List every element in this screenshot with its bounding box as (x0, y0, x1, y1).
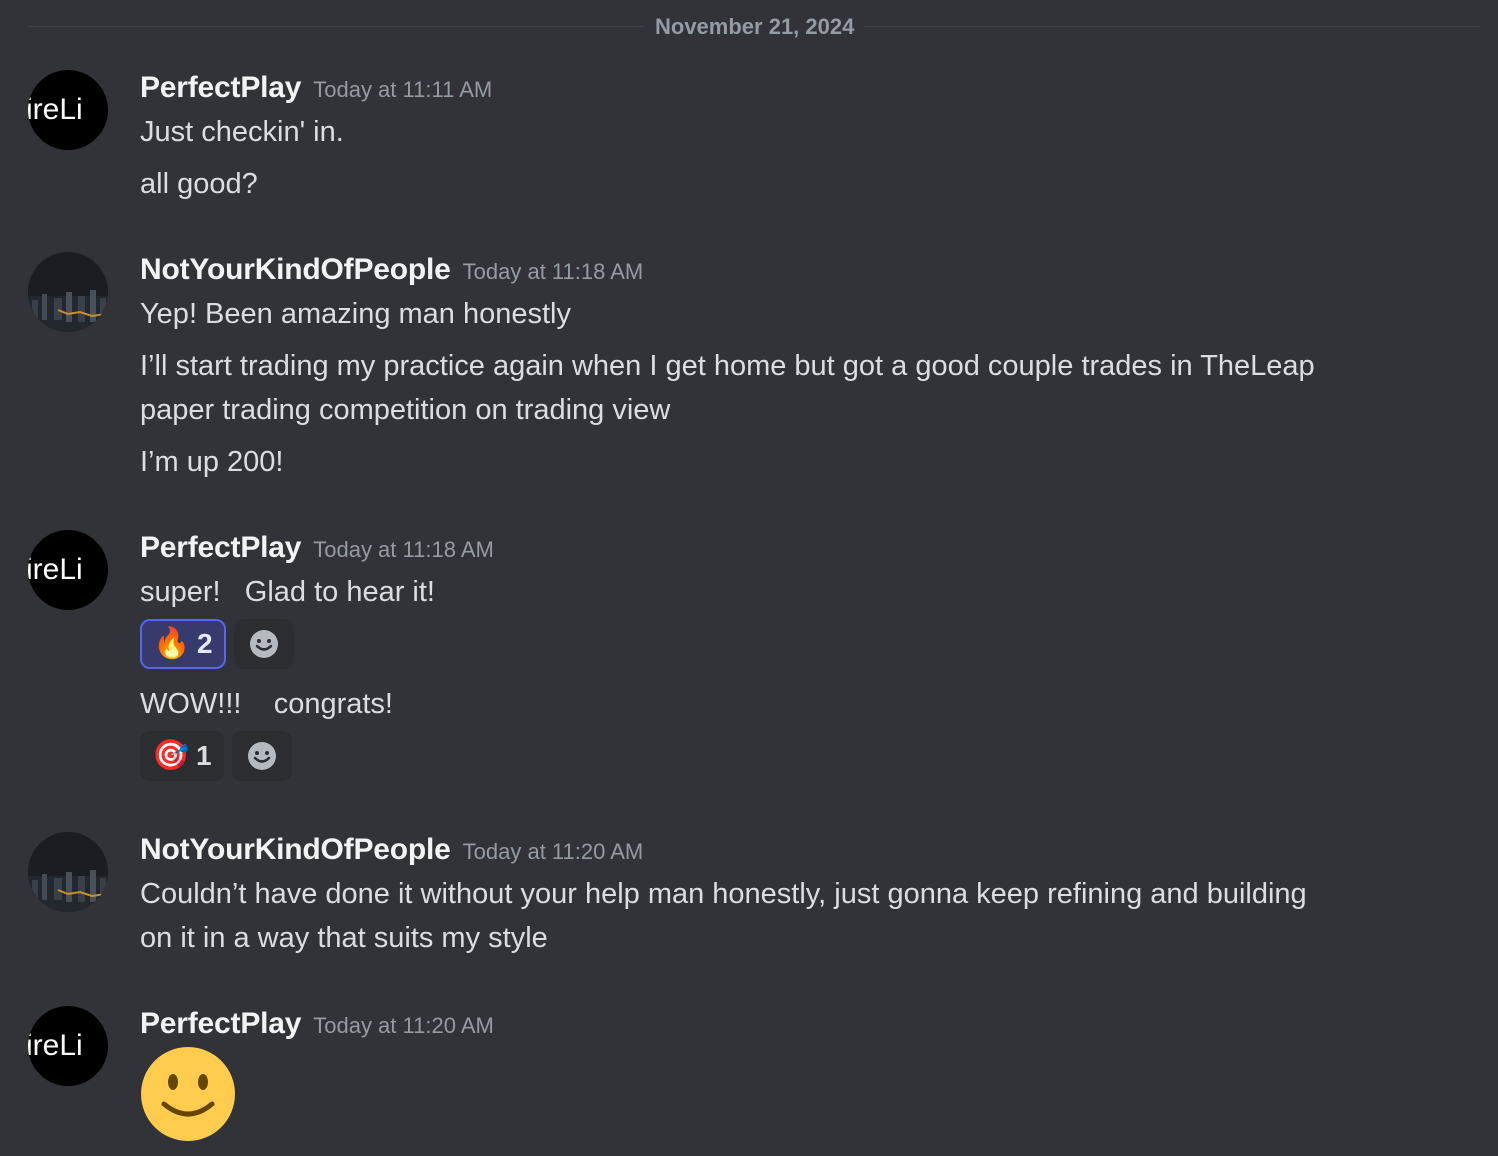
timestamp[interactable]: Today at 11:20 AM (313, 1013, 494, 1038)
message-header: PerfectPlay Today at 11:18 AM (140, 530, 494, 568)
message-text: Yep! Been amazing man honestly (140, 298, 571, 330)
message-text: I’ll start trading my practice again whe… (140, 350, 1315, 382)
username[interactable]: NotYourKindOfPeople (140, 833, 451, 866)
message-text: super! Glad to hear it! (140, 576, 435, 608)
svg-text:ireLi: ireLi (28, 93, 83, 126)
timestamp[interactable]: Today at 11:18 AM (463, 259, 644, 284)
message-header: PerfectPlay Today at 11:11 AM (140, 70, 492, 108)
message-text: Just checkin' in. (140, 116, 344, 148)
message-header: NotYourKindOfPeople Today at 11:18 AM (140, 252, 643, 290)
svg-text:ireLi: ireLi (28, 1029, 83, 1062)
message-text: on it in a way that suits my style (140, 922, 548, 954)
username[interactable]: PerfectPlay (140, 71, 301, 104)
timestamp[interactable]: Today at 11:20 AM (463, 839, 644, 864)
add-reaction-icon (247, 742, 276, 770)
username[interactable]: PerfectPlay (140, 531, 301, 564)
avatar[interactable] (28, 832, 108, 912)
avatar-text-light: ireLi (28, 1029, 83, 1062)
add-reaction-button[interactable] (233, 619, 294, 669)
chat-view: November 21, 2024 ireLi PerfectPlay Today… (0, 0, 1498, 1156)
username[interactable]: PerfectPlay (140, 1007, 301, 1040)
avatar[interactable] (28, 252, 108, 332)
avatar-text-light: ireLi (28, 93, 83, 126)
reactions-row: 🎯 1 (140, 731, 292, 781)
username[interactable]: NotYourKindOfPeople (140, 253, 451, 286)
reaction-target[interactable]: 🎯 1 (140, 731, 224, 781)
avatar[interactable]: ireLi (28, 70, 108, 150)
avatar[interactable]: ireLi (28, 1006, 108, 1086)
svg-text:ireLi: ireLi (28, 553, 83, 586)
reaction-count: 1 (196, 740, 212, 771)
timestamp[interactable]: Today at 11:11 AM (313, 77, 492, 102)
message-text: I’m up 200! (140, 446, 284, 478)
reaction-count: 2 (197, 628, 213, 659)
timestamp[interactable]: Today at 11:18 AM (313, 537, 494, 562)
target-icon: 🎯 (152, 739, 190, 772)
slightly-smiling-face-icon (141, 1047, 235, 1141)
reaction-fire[interactable]: 🔥 2 (140, 619, 226, 669)
message-text: Couldn’t have done it without your help … (140, 878, 1307, 910)
fire-icon: 🔥 (153, 627, 191, 660)
avatar[interactable]: ireLi (28, 530, 108, 610)
message-text: paper trading competition on trading vie… (140, 394, 671, 426)
message-text: all good? (140, 168, 258, 200)
reactions-row: 🔥 2 (140, 619, 294, 669)
add-reaction-button[interactable] (231, 731, 292, 781)
message-text: WOW!!! congrats! (140, 688, 393, 720)
add-reaction-icon (249, 630, 278, 658)
message-header: NotYourKindOfPeople Today at 11:20 AM (140, 832, 643, 870)
message-header: PerfectPlay Today at 11:20 AM (140, 1006, 494, 1044)
avatar-text-light: ireLi (28, 553, 83, 586)
date-divider: November 21, 2024 (645, 13, 865, 41)
